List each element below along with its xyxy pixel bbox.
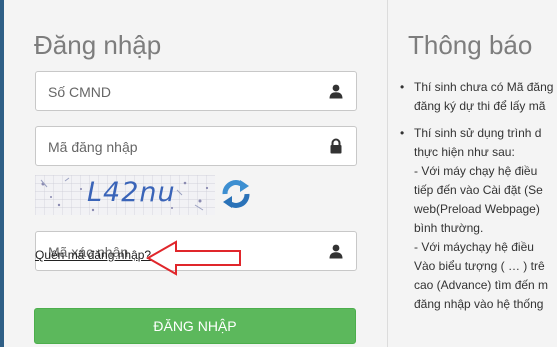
notice-line: Vào biểu tượng ( … ) trê (414, 259, 545, 273)
notice-title: Thông báo (408, 30, 533, 60)
captcha-text: L42nu (87, 177, 176, 208)
notice-line: Thí sinh sử dụng trình d (414, 126, 542, 140)
captcha-image: L42nu (35, 175, 215, 215)
id-number-field[interactable] (35, 71, 357, 112)
notice-item: Thí sinh chưa có Mã đăng đăng ký dự thi … (398, 78, 557, 116)
login-code-field[interactable] (35, 126, 357, 167)
notice-line: đăng nhập vào hệ thống (414, 297, 544, 311)
notice-line: - Với máychạy hệ điều (414, 240, 534, 254)
notice-line: đăng ký dự thi để lấy mã (414, 99, 546, 113)
login-button[interactable]: ĐĂNG NHẬP (34, 308, 356, 344)
forgot-code-link[interactable]: Quên mã đăng nhập? (35, 248, 151, 262)
notice-line: Thí sinh chưa có Mã đăng (414, 80, 554, 94)
notice-line: thực hiện như sau: (414, 145, 515, 159)
user-icon (329, 244, 343, 259)
login-code-input[interactable] (46, 127, 320, 167)
user-icon (329, 84, 343, 99)
notice-line: - Với máy chạy hệ điều (414, 164, 538, 178)
lock-icon (330, 138, 342, 154)
notice-line: bình thường. (414, 221, 484, 235)
login-panel: Đăng nhập Số CMND L42nu Mã xác nhận Quên… (4, 0, 388, 347)
notice-panel: Thông báo Thí sinh chưa có Mã đăng đăng … (388, 0, 557, 347)
notice-line: tiếp đến vào Cài đặt (Se (414, 183, 543, 197)
notice-line: web(Preload Webpage) (414, 202, 540, 216)
id-number-input[interactable] (46, 72, 320, 112)
refresh-captcha-icon[interactable] (221, 178, 251, 210)
notice-list: Thí sinh chưa có Mã đăng đăng ký dự thi … (398, 78, 557, 322)
notice-item: Thí sinh sử dụng trình d thực hiện như s… (398, 124, 557, 314)
login-page: Đăng nhập Số CMND L42nu Mã xác nhận Quên… (0, 0, 557, 347)
login-title: Đăng nhập (34, 30, 162, 60)
red-arrow-annotation (145, 240, 241, 276)
notice-line: cao (Advance) tìm đến m (414, 278, 549, 292)
